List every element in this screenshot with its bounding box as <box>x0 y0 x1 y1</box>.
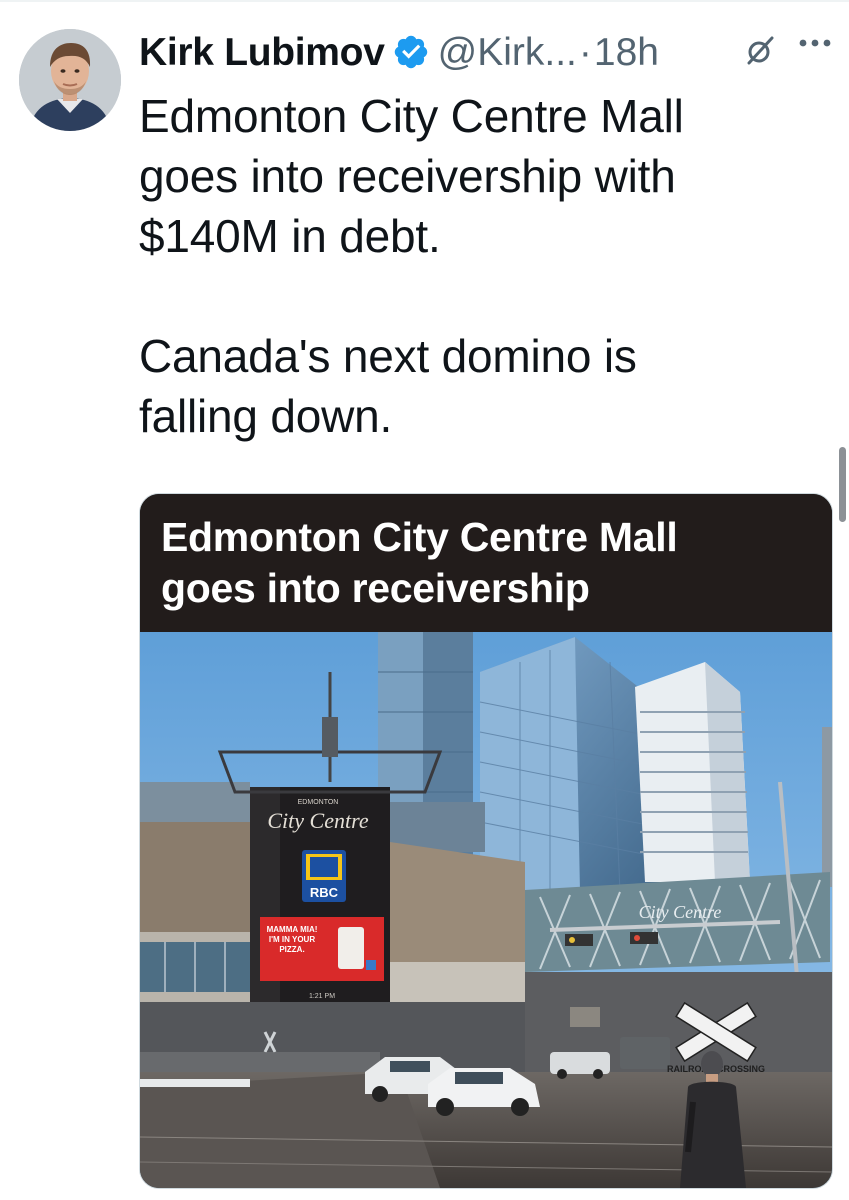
billboard-line: MAMMA MIA! <box>267 925 318 934</box>
more-icon[interactable] <box>795 28 835 58</box>
screen-footer: 1:21 PM <box>309 993 335 1000</box>
media-headline-line: goes into receivership <box>161 565 590 611</box>
media-card[interactable]: Edmonton City Centre Mall goes into rece… <box>139 493 833 1189</box>
tweet-line: Edmonton City Centre Mall <box>139 90 684 142</box>
verified-badge-icon <box>394 35 427 69</box>
author-handle[interactable]: @Kirk... <box>438 33 577 72</box>
tweet-line: Canada's next domino is <box>139 330 637 382</box>
billboard-line: I'M IN YOUR <box>269 935 315 944</box>
photo-sign-brand: City Centre <box>267 808 368 833</box>
timestamp[interactable]: 18h <box>594 33 659 72</box>
tweet-header: Kirk Lubimov @Kirk... · 18h <box>139 22 659 82</box>
mall-photo[interactable]: EDMONTON City Centre RBC MAMMA MIA! I'M … <box>140 632 832 1188</box>
media-headline-line: Edmonton City Centre Mall <box>161 514 678 560</box>
tweet-line: goes into receivership with <box>139 150 676 202</box>
avatar[interactable] <box>19 29 121 131</box>
bridge-sign: City Centre <box>639 902 722 922</box>
tweet-paragraph: Canada's next domino is falling down. <box>139 326 829 446</box>
author-name[interactable]: Kirk Lubimov <box>139 33 385 72</box>
top-divider <box>0 0 849 2</box>
photo-sign-top: EDMONTON <box>298 799 339 806</box>
tweet-text: Edmonton City Centre Mall goes into rece… <box>139 86 829 446</box>
photo-bank-logo: RBC <box>310 885 339 900</box>
scrollbar-thumb[interactable] <box>839 447 846 522</box>
tweet-paragraph: Edmonton City Centre Mall goes into rece… <box>139 86 829 266</box>
tweet-line: falling down. <box>139 390 393 442</box>
tweet-line: $140M in debt. <box>139 210 441 262</box>
avatar-image <box>19 29 121 131</box>
media-headline-banner: Edmonton City Centre Mall goes into rece… <box>140 494 832 632</box>
separator-dot: · <box>578 30 592 74</box>
grok-icon[interactable] <box>743 34 777 68</box>
billboard-line: PIZZA. <box>279 945 304 954</box>
